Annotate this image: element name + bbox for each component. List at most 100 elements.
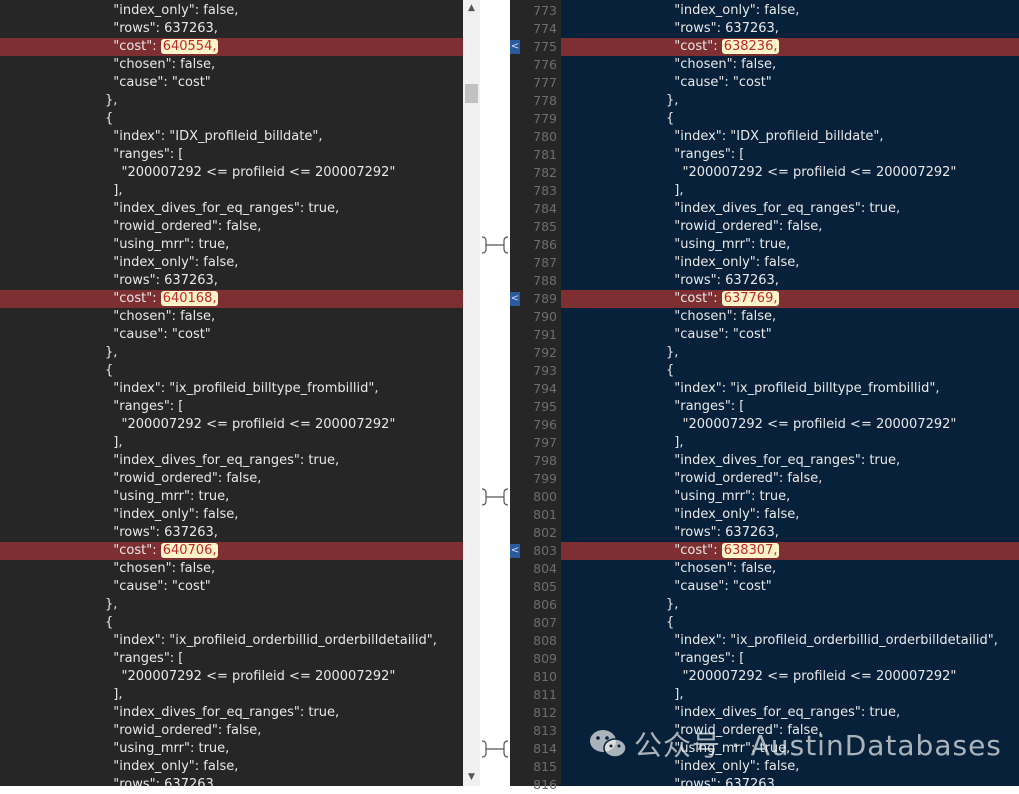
code-line[interactable]: "using_mrr": true,: [0, 488, 463, 506]
diff-line[interactable]: "cost": 638236,: [561, 38, 1019, 56]
diff-line[interactable]: "cost": 640554,: [0, 38, 463, 56]
code-line[interactable]: "using_mrr": true,: [561, 236, 1019, 254]
merge-left-arrow-icon[interactable]: <: [510, 40, 520, 54]
code-line[interactable]: {: [561, 362, 1019, 380]
code-line[interactable]: },: [561, 92, 1019, 110]
code-line[interactable]: ],: [561, 686, 1019, 704]
code-line[interactable]: "index_only": false,: [0, 2, 463, 20]
code-line[interactable]: {: [0, 362, 463, 380]
code-line[interactable]: "chosen": false,: [0, 56, 463, 74]
code-line[interactable]: "200007292 <= profileid <= 200007292": [0, 668, 463, 686]
code-line[interactable]: "index": "ix_profileid_orderbillid_order…: [561, 632, 1019, 650]
code-line[interactable]: "rowid_ordered": false,: [561, 722, 1019, 740]
code-line[interactable]: "ranges": [: [561, 650, 1019, 668]
code-line[interactable]: "index_only": false,: [561, 2, 1019, 20]
code-prefix: "rows": 637263,: [666, 21, 779, 36]
code-line[interactable]: "cause": "cost": [0, 74, 463, 92]
code-line[interactable]: "index_dives_for_eq_ranges": true,: [561, 200, 1019, 218]
code-line[interactable]: ],: [561, 434, 1019, 452]
left-editor-pane[interactable]: "index_only": false, "rows": 637263, "co…: [0, 0, 463, 786]
code-line[interactable]: "rows": 637263,: [561, 272, 1019, 290]
code-line[interactable]: "ranges": [: [0, 650, 463, 668]
code-line[interactable]: "rows": 637263,: [561, 776, 1019, 786]
code-line[interactable]: "index_only": false,: [0, 758, 463, 776]
code-line[interactable]: "chosen": false,: [561, 56, 1019, 74]
merge-left-arrow-icon[interactable]: <: [510, 292, 520, 306]
code-line[interactable]: "index": "ix_profileid_billtype_frombill…: [561, 380, 1019, 398]
code-line[interactable]: "chosen": false,: [0, 560, 463, 578]
code-line[interactable]: "index": "ix_profileid_orderbillid_order…: [0, 632, 463, 650]
code-line[interactable]: },: [0, 344, 463, 362]
code-line[interactable]: "200007292 <= profileid <= 200007292": [0, 416, 463, 434]
code-line[interactable]: "using_mrr": true,: [561, 740, 1019, 758]
code-line[interactable]: "cause": "cost": [0, 326, 463, 344]
code-line[interactable]: "index_only": false,: [0, 506, 463, 524]
code-line[interactable]: "200007292 <= profileid <= 200007292": [561, 668, 1019, 686]
code-line[interactable]: "200007292 <= profileid <= 200007292": [561, 164, 1019, 182]
code-line[interactable]: "index_dives_for_eq_ranges": true,: [561, 452, 1019, 470]
code-line[interactable]: },: [561, 596, 1019, 614]
code-line[interactable]: "index_only": false,: [561, 506, 1019, 524]
code-line[interactable]: "index": "IDX_profileid_billdate",: [0, 128, 463, 146]
code-line[interactable]: "index_only": false,: [561, 758, 1019, 776]
code-line[interactable]: "rows": 637263,: [561, 20, 1019, 38]
code-text: ],: [666, 434, 683, 452]
code-line[interactable]: "index_only": false,: [561, 254, 1019, 272]
code-line[interactable]: },: [0, 596, 463, 614]
code-line[interactable]: "using_mrr": true,: [0, 740, 463, 758]
code-line[interactable]: "index_dives_for_eq_ranges": true,: [0, 200, 463, 218]
code-line[interactable]: "index_dives_for_eq_ranges": true,: [0, 704, 463, 722]
code-line[interactable]: "rows": 637263,: [0, 272, 463, 290]
code-line[interactable]: "rows": 637263,: [0, 20, 463, 38]
code-line[interactable]: "index": "ix_profileid_billtype_frombill…: [0, 380, 463, 398]
code-line[interactable]: "using_mrr": true,: [561, 488, 1019, 506]
code-line[interactable]: "ranges": [: [561, 146, 1019, 164]
merge-left-arrow-icon[interactable]: <: [510, 544, 520, 558]
code-line[interactable]: "cause": "cost": [561, 578, 1019, 596]
code-line[interactable]: "rowid_ordered": false,: [561, 218, 1019, 236]
code-line[interactable]: "rowid_ordered": false,: [561, 470, 1019, 488]
diff-line[interactable]: "cost": 640706,: [0, 542, 463, 560]
code-line[interactable]: {: [0, 110, 463, 128]
diff-line[interactable]: "cost": 640168,: [0, 290, 463, 308]
code-line[interactable]: "index": "IDX_profileid_billdate",: [561, 128, 1019, 146]
code-line[interactable]: "index_dives_for_eq_ranges": true,: [561, 704, 1019, 722]
code-line[interactable]: ],: [0, 434, 463, 452]
code-line[interactable]: "rowid_ordered": false,: [0, 722, 463, 740]
code-line[interactable]: "rowid_ordered": false,: [0, 470, 463, 488]
code-line[interactable]: },: [0, 92, 463, 110]
code-line[interactable]: "cause": "cost": [0, 578, 463, 596]
code-prefix: "200007292 <= profileid <= 200007292": [105, 417, 396, 432]
code-line[interactable]: },: [561, 344, 1019, 362]
scroll-down-arrow-icon[interactable]: ▼: [463, 769, 480, 786]
code-line[interactable]: {: [561, 110, 1019, 128]
code-line[interactable]: "rows": 637263,: [561, 524, 1019, 542]
code-line[interactable]: "200007292 <= profileid <= 200007292": [0, 164, 463, 182]
left-scrollbar[interactable]: ▲ ▼: [463, 0, 480, 786]
code-line[interactable]: "using_mrr": true,: [0, 236, 463, 254]
diff-line[interactable]: "cost": 638307,: [561, 542, 1019, 560]
code-line[interactable]: "index_dives_for_eq_ranges": true,: [0, 452, 463, 470]
code-line[interactable]: "ranges": [: [561, 398, 1019, 416]
code-line[interactable]: "chosen": false,: [0, 308, 463, 326]
code-line[interactable]: "index_only": false,: [0, 254, 463, 272]
code-line[interactable]: "cause": "cost": [561, 326, 1019, 344]
code-line[interactable]: ],: [561, 182, 1019, 200]
code-line[interactable]: {: [0, 614, 463, 632]
code-line[interactable]: "chosen": false,: [561, 308, 1019, 326]
code-line[interactable]: "chosen": false,: [561, 560, 1019, 578]
code-line[interactable]: {: [561, 614, 1019, 632]
code-line[interactable]: ],: [0, 686, 463, 704]
scroll-thumb[interactable]: [465, 84, 478, 103]
code-line[interactable]: "rows": 637263,: [0, 524, 463, 542]
code-line[interactable]: ],: [0, 182, 463, 200]
code-line[interactable]: "ranges": [: [0, 146, 463, 164]
scroll-up-arrow-icon[interactable]: ▲: [463, 0, 480, 17]
code-line[interactable]: "200007292 <= profileid <= 200007292": [561, 416, 1019, 434]
code-line[interactable]: "rowid_ordered": false,: [0, 218, 463, 236]
code-line[interactable]: "cause": "cost": [561, 74, 1019, 92]
code-line[interactable]: "ranges": [: [0, 398, 463, 416]
diff-line[interactable]: "cost": 637769,: [561, 290, 1019, 308]
right-editor-pane[interactable]: "index_only": false, "rows": 637263, "co…: [561, 0, 1019, 786]
code-line[interactable]: "rows": 637263,: [0, 776, 463, 786]
